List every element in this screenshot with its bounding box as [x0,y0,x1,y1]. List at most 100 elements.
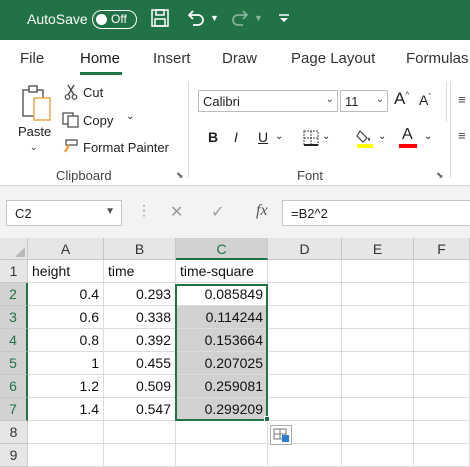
column-header-f[interactable]: F [414,238,470,260]
tab-page-layout[interactable]: Page Layout [291,50,375,67]
cell-b7[interactable]: 0.547 [104,398,176,421]
cell-e7[interactable] [342,398,414,421]
font-launcher-icon[interactable]: ⬊ [436,170,444,181]
bold-button[interactable]: B [208,129,218,145]
format-painter-icon[interactable] [60,139,78,158]
cell-e9[interactable] [342,444,414,467]
cell-d6[interactable] [268,375,342,398]
shrink-font-button[interactable]: Aˇ [419,92,431,108]
paste-dropdown-icon[interactable]: ⌄ [30,142,38,153]
paste-icon[interactable] [20,84,52,125]
cell-d3[interactable] [268,306,342,329]
paste-button[interactable]: Paste [18,124,51,139]
cell-f3[interactable] [414,306,470,329]
font-color-button[interactable]: A [398,126,418,151]
tab-formulas[interactable]: Formulas [406,50,469,67]
row-header-3[interactable]: 3 [0,306,28,329]
cell-e3[interactable] [342,306,414,329]
cell-e6[interactable] [342,375,414,398]
fill-color-icon[interactable] [356,128,374,151]
fill-handle[interactable] [264,416,270,422]
cell-c1[interactable]: time-square [176,260,268,283]
cell-f4[interactable] [414,329,470,352]
customize-toolbar-icon[interactable] [278,8,290,30]
row-header-8[interactable]: 8 [0,421,28,444]
cell-b1[interactable]: time [104,260,176,283]
cell-f5[interactable] [414,352,470,375]
copy-dropdown-icon[interactable]: ⌄ [126,111,134,122]
cell-c9[interactable] [176,444,268,467]
column-header-d[interactable]: D [268,238,342,260]
format-painter-button[interactable]: Format Painter [83,140,169,155]
cell-f1[interactable] [414,260,470,283]
font-size-combo[interactable]: 11 ⌄ [340,90,388,112]
cell-e5[interactable] [342,352,414,375]
cell-c8[interactable] [176,421,268,444]
cell-a4[interactable]: 0.8 [28,329,104,352]
cut-button[interactable]: Cut [83,85,103,100]
clipboard-launcher-icon[interactable]: ⬊ [176,170,184,181]
cell-c2[interactable]: 0.085849 [176,283,268,306]
underline-button[interactable]: U [258,129,268,145]
redo-icon[interactable] [230,8,250,33]
cell-b2[interactable]: 0.293 [104,283,176,306]
align-icon[interactable]: ≡ [458,128,466,143]
cell-a9[interactable] [28,444,104,467]
row-header-2[interactable]: 2 [0,283,28,306]
cell-b3[interactable]: 0.338 [104,306,176,329]
tab-draw[interactable]: Draw [222,50,257,67]
column-header-a[interactable]: A [28,238,104,260]
copy-icon[interactable] [62,112,80,131]
formula-bar-grip-icon[interactable]: ⋮ [137,202,151,219]
cell-b9[interactable] [104,444,176,467]
cell-f6[interactable] [414,375,470,398]
formula-input[interactable]: =B2^2 [282,200,470,226]
cell-b5[interactable]: 0.455 [104,352,176,375]
row-header-5[interactable]: 5 [0,352,28,375]
row-header-1[interactable]: 1 [0,260,28,283]
insert-function-button[interactable]: fx [256,202,268,220]
cell-a1[interactable]: height [28,260,104,283]
copy-button[interactable]: Copy [83,113,113,128]
fill-color-dropdown-icon[interactable]: ⌄ [378,131,386,142]
cell-b4[interactable]: 0.392 [104,329,176,352]
row-header-9[interactable]: 9 [0,444,28,467]
cell-d7[interactable] [268,398,342,421]
cell-c5[interactable]: 0.207025 [176,352,268,375]
font-name-combo[interactable]: Calibri ⌄ [198,90,338,112]
cell-d9[interactable] [268,444,342,467]
cell-d2[interactable] [268,283,342,306]
cell-b8[interactable] [104,421,176,444]
cell-c7[interactable]: 0.299209 [176,398,268,421]
cell-a5[interactable]: 1 [28,352,104,375]
cell-d1[interactable] [268,260,342,283]
grow-font-button[interactable]: A^ [394,89,409,109]
undo-icon[interactable] [186,8,206,33]
tab-insert[interactable]: Insert [153,50,191,67]
cell-e2[interactable] [342,283,414,306]
borders-dropdown-icon[interactable]: ⌄ [322,131,330,142]
cell-f7[interactable] [414,398,470,421]
quick-analysis-button[interactable] [270,425,292,445]
column-header-e[interactable]: E [342,238,414,260]
cancel-icon[interactable]: ✕ [170,202,183,222]
cut-icon[interactable] [64,84,78,103]
name-box[interactable]: C2 ▼ [6,200,122,226]
enter-icon[interactable]: ✓ [211,202,224,222]
row-header-4[interactable]: 4 [0,329,28,352]
cell-a6[interactable]: 1.2 [28,375,104,398]
autosave-toggle[interactable]: Off [92,10,137,29]
cell-e8[interactable] [342,421,414,444]
cell-f2[interactable] [414,283,470,306]
undo-dropdown-icon[interactable]: ▼ [210,13,219,23]
borders-icon[interactable] [303,130,319,149]
redo-dropdown-icon[interactable]: ▼ [254,13,263,23]
cell-e4[interactable] [342,329,414,352]
cell-b6[interactable]: 0.509 [104,375,176,398]
cell-c4[interactable]: 0.153664 [176,329,268,352]
cell-a2[interactable]: 0.4 [28,283,104,306]
tab-file[interactable]: File [20,50,44,67]
underline-dropdown-icon[interactable]: ⌄ [275,131,283,142]
cell-a3[interactable]: 0.6 [28,306,104,329]
italic-button[interactable]: I [234,129,238,145]
